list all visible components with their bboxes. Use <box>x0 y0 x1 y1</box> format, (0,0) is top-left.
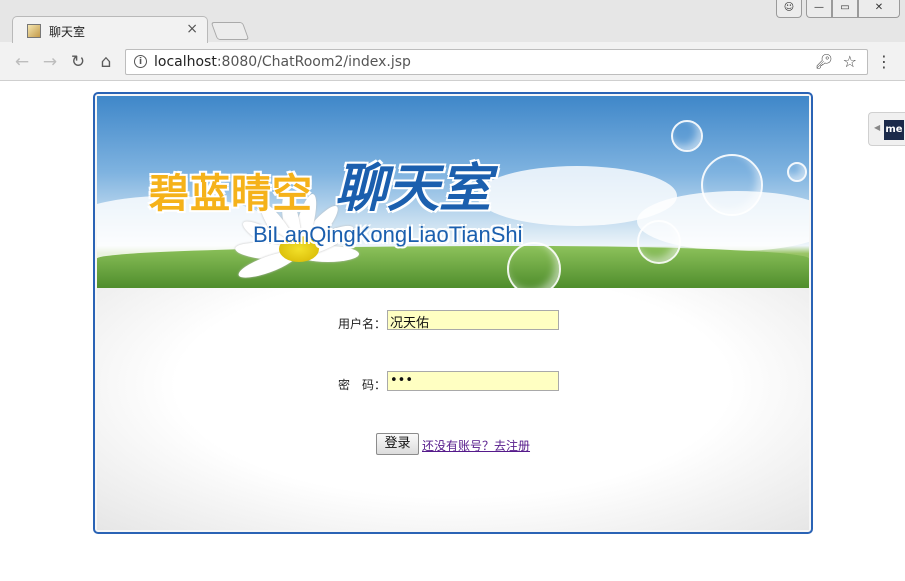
user-icon[interactable]: ☺ <box>776 0 802 18</box>
login-panel: 碧蓝晴空 聊天室 BiLanQingKongLiaoTianShi 用户名： 况… <box>93 92 813 534</box>
forward-arrow-icon[interactable]: → <box>40 52 60 72</box>
banner-image: 碧蓝晴空 聊天室 BiLanQingKongLiaoTianShi <box>97 96 809 288</box>
menu-icon[interactable]: ⋮ <box>876 52 892 72</box>
new-tab-button[interactable] <box>210 22 250 40</box>
browser-tab[interactable]: 聊天室 × <box>12 16 208 43</box>
register-link[interactable]: 还没有账号？去注册 <box>422 437 530 454</box>
password-label: 密 码： <box>338 378 387 392</box>
browser-chrome: 聊天室 × ☺ — ▭ ✕ ← → ↻ ⌂ i localhost:8080/C… <box>0 0 905 81</box>
banner-title-cn2: 聊天室 <box>335 158 492 219</box>
login-button[interactable]: 登录 <box>376 433 419 455</box>
username-label: 用户名： <box>338 317 387 331</box>
home-icon[interactable]: ⌂ <box>96 52 116 72</box>
bubble <box>701 154 763 216</box>
maximize-button[interactable]: ▭ <box>832 0 858 18</box>
browser-toolbar: ← → ↻ ⌂ i localhost:8080/ChatRoom2/index… <box>0 43 905 81</box>
star-icon[interactable]: ☆ <box>843 52 857 71</box>
address-bar[interactable]: i localhost:8080/ChatRoom2/index.jsp 🔑︎ … <box>125 49 868 75</box>
banner-title-cn: 碧蓝晴空 <box>149 170 313 217</box>
url-host: localhost <box>154 54 217 70</box>
info-icon[interactable]: i <box>134 55 147 68</box>
grass <box>97 246 809 288</box>
bubble <box>507 242 561 288</box>
minimize-button[interactable]: — <box>806 0 832 18</box>
side-extension-widget[interactable]: ◀ me <box>868 112 905 146</box>
close-window-button[interactable]: ✕ <box>858 0 900 18</box>
url-text[interactable]: localhost:8080/ChatRoom2/index.jsp <box>154 54 411 70</box>
reload-icon[interactable]: ↻ <box>68 52 88 72</box>
back-arrow-icon[interactable]: ← <box>12 52 32 72</box>
banner-pinyin: BiLanQingKongLiaoTianShi <box>253 222 523 247</box>
password-input[interactable]: ••• <box>387 371 559 391</box>
login-form: 用户名： 况天佑 密 码： ••• 登录 还没有账号？去注册 <box>97 288 809 530</box>
key-icon[interactable]: 🔑︎ <box>815 54 833 70</box>
close-tab-icon[interactable]: × <box>186 21 198 37</box>
extension-logo-icon: me <box>884 120 904 140</box>
tab-strip: 聊天室 × ☺ — ▭ ✕ <box>0 0 905 43</box>
bubble <box>637 220 681 264</box>
tab-title: 聊天室 <box>49 25 86 39</box>
url-path: :8080/ChatRoom2/index.jsp <box>216 54 411 70</box>
collapse-arrow-icon[interactable]: ◀ <box>874 123 880 132</box>
favicon-icon <box>27 24 41 38</box>
username-input[interactable]: 况天佑 <box>387 310 559 331</box>
bubble <box>671 120 703 152</box>
bubble <box>787 162 807 182</box>
